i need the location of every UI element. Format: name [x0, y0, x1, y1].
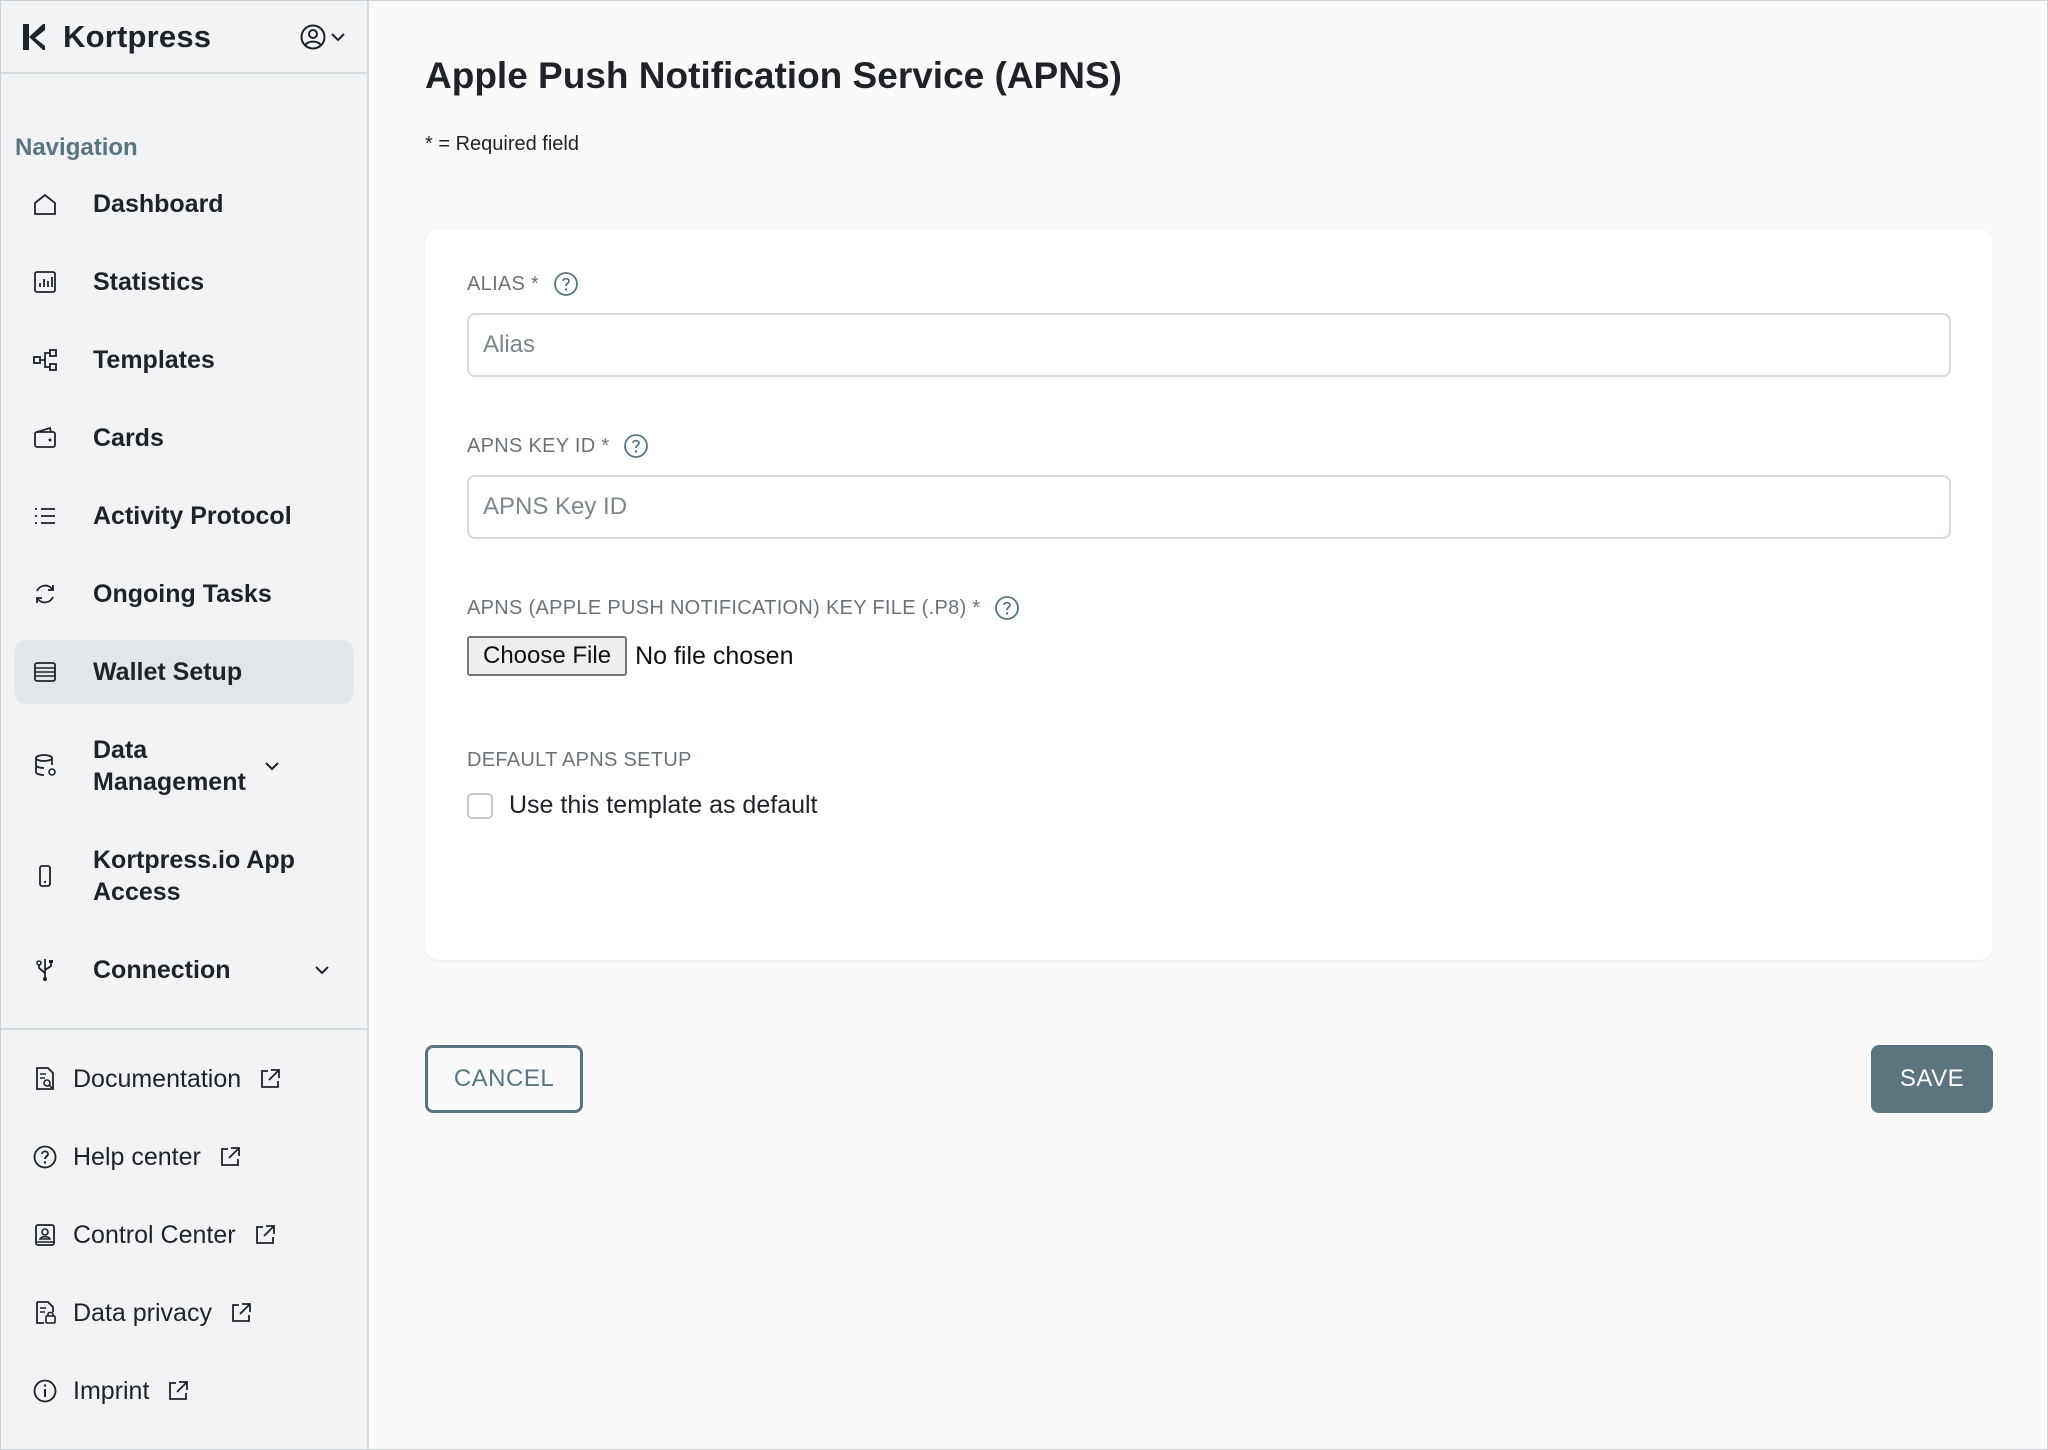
document-search-icon [31, 1065, 59, 1093]
file-status: No file chosen [635, 641, 794, 670]
id-badge-icon [31, 1221, 59, 1249]
external-link-icon [252, 1222, 278, 1248]
alias-label: ALIAS * [467, 272, 540, 295]
sidebar-item-statistics[interactable]: Statistics [15, 250, 353, 314]
external-link-icon [165, 1378, 191, 1404]
phone-icon [31, 862, 59, 890]
database-icon [31, 752, 59, 780]
sidebar-item-label: Data Management [93, 736, 246, 796]
cancel-button[interactable]: CANCEL [425, 1045, 583, 1113]
sidebar-item-cards[interactable]: Cards [15, 406, 353, 470]
nav-list: Dashboard Statistics Templates Cards Act… [1, 172, 367, 1016]
app-window: Kortpress Navigation Dashboard Statistic… [0, 0, 2048, 1450]
sidebar-item-ongoing-tasks[interactable]: Ongoing Tasks [15, 562, 353, 626]
link-label: Imprint [73, 1376, 150, 1405]
default-setup-label-row: DEFAULT APNS SETUP [467, 749, 692, 772]
save-button[interactable]: SAVE [1871, 1045, 1993, 1113]
key-file-picker: Choose File No file chosen [467, 636, 794, 676]
chevron-down-icon[interactable] [261, 755, 283, 777]
sidebar-item-label: Kortpress.io App Access [93, 846, 295, 906]
sidebar-item-templates[interactable]: Templates [15, 328, 353, 392]
link-label: Documentation [73, 1064, 242, 1093]
link-documentation[interactable]: Documentation [15, 1048, 353, 1110]
sidebar-item-dashboard[interactable]: Dashboard [15, 172, 353, 236]
app-name: Kortpress [63, 18, 212, 54]
sidebar-item-label: Statistics [93, 268, 205, 296]
sidebar-item-label: Dashboard [93, 190, 224, 218]
kortpress-logo-icon [23, 23, 45, 50]
help-icon[interactable] [553, 271, 579, 297]
info-circle-icon [31, 1377, 59, 1405]
sidebar-item-label: Connection [93, 956, 231, 984]
sidebar-item-connection[interactable]: Connection [15, 938, 353, 1002]
key-id-label: APNS KEY ID * [467, 434, 610, 457]
link-label: Data privacy [73, 1298, 212, 1327]
main-content: Apple Push Notification Service (APNS) *… [369, 1, 2047, 1449]
user-circle-icon [300, 24, 326, 49]
stack-icon [31, 658, 59, 686]
sidebar: Kortpress Navigation Dashboard Statistic… [1, 1, 369, 1449]
required-field-note: * = Required field [425, 133, 579, 155]
external-link-icon [217, 1144, 243, 1170]
list-check-icon [31, 502, 59, 530]
key-file-label-row: APNS (APPLE PUSH NOTIFICATION) KEY FILE … [467, 595, 1020, 621]
external-links: Documentation Help center Control Center [1, 1030, 367, 1438]
sidebar-item-data-management[interactable]: Data Management [15, 718, 353, 814]
sidebar-item-wallet-setup[interactable]: Wallet Setup [15, 640, 353, 704]
default-template-checkbox-label[interactable]: Use this template as default [509, 791, 818, 820]
link-control-center[interactable]: Control Center [15, 1204, 353, 1266]
chevron-down-icon [331, 32, 345, 41]
link-imprint[interactable]: Imprint [15, 1360, 353, 1422]
link-help-center[interactable]: Help center [15, 1126, 353, 1188]
key-id-input[interactable] [467, 475, 1951, 539]
help-circle-icon [31, 1143, 59, 1171]
link-label: Help center [73, 1142, 201, 1171]
sidebar-item-label: Activity Protocol [93, 502, 292, 530]
wallet-icon [31, 424, 59, 452]
key-file-label: APNS (APPLE PUSH NOTIFICATION) KEY FILE … [467, 596, 981, 619]
apns-form-card: ALIAS * APNS KEY ID * APNS (APPLE PUSH N… [425, 229, 1993, 960]
page-title: Apple Push Notification Service (APNS) [425, 55, 1122, 96]
link-label: Control Center [73, 1220, 236, 1249]
sidebar-item-activity-protocol[interactable]: Activity Protocol [15, 484, 353, 548]
default-template-checkbox[interactable] [467, 792, 493, 819]
external-link-icon [228, 1300, 254, 1326]
usb-icon [31, 956, 59, 984]
sidebar-item-app-access[interactable]: Kortpress.io App Access [15, 828, 353, 924]
chevron-down-icon[interactable] [311, 959, 333, 981]
choose-file-button[interactable]: Choose File [467, 636, 628, 676]
document-lock-icon [31, 1299, 59, 1327]
link-data-privacy[interactable]: Data privacy [15, 1282, 353, 1344]
refresh-icon [31, 580, 59, 608]
home-icon [31, 190, 59, 218]
default-setup-label: DEFAULT APNS SETUP [467, 749, 692, 771]
key-id-label-row: APNS KEY ID * [467, 433, 649, 459]
sidebar-item-label: Cards [93, 424, 164, 452]
account-menu-button[interactable] [299, 23, 347, 51]
sidebar-item-label: Templates [93, 346, 215, 374]
external-link-icon [257, 1066, 283, 1092]
bar-chart-icon [31, 268, 59, 296]
alias-input[interactable] [467, 313, 1951, 377]
alias-label-row: ALIAS * [467, 271, 579, 297]
brand-header: Kortpress [1, 1, 367, 74]
sidebar-item-label: Ongoing Tasks [93, 580, 272, 608]
sidebar-item-label: Wallet Setup [93, 658, 243, 686]
help-icon[interactable] [994, 595, 1020, 621]
nav-heading: Navigation [15, 134, 138, 161]
hierarchy-icon [31, 346, 59, 374]
default-template-option: Use this template as default [467, 791, 818, 820]
help-icon[interactable] [623, 433, 649, 459]
